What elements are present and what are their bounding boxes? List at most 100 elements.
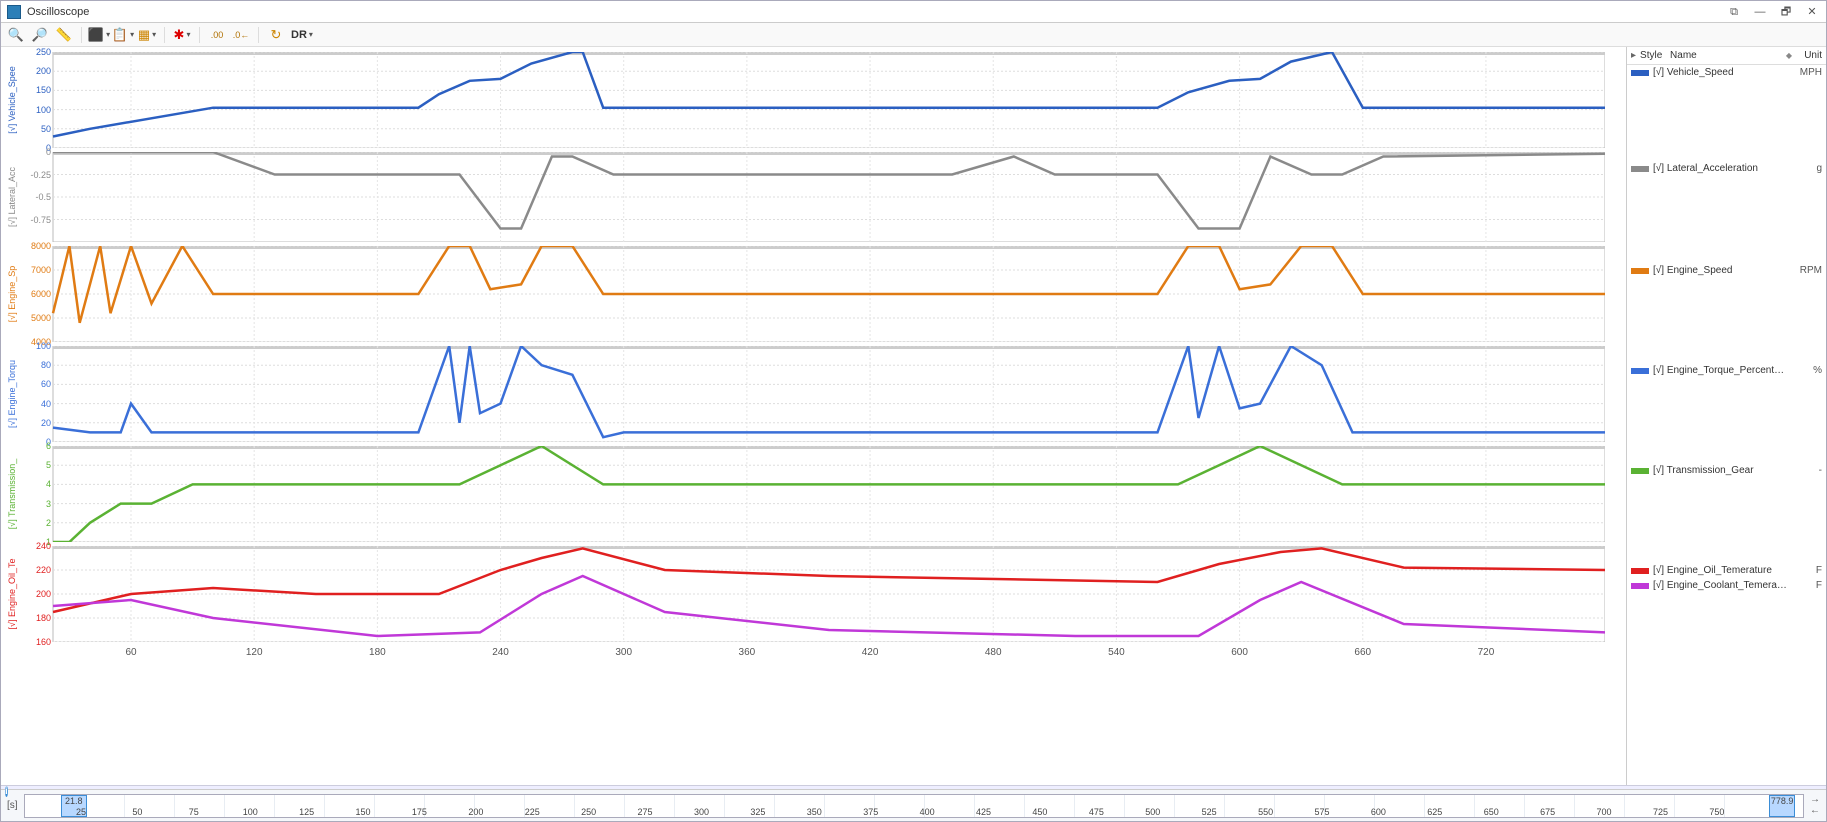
decimal-less-icon[interactable]: .00: [208, 26, 226, 44]
refresh-icon[interactable]: ↻: [267, 26, 285, 44]
measure-icon[interactable]: 📏: [55, 26, 73, 44]
toolbar-sep: [258, 27, 259, 43]
ruler-tick: 650: [1484, 807, 1499, 817]
legend-unit: F: [1792, 565, 1822, 576]
arrow-left-icon[interactable]: ←: [1810, 806, 1820, 816]
toolbar-sep: [81, 27, 82, 43]
ruler-tick: 575: [1314, 807, 1329, 817]
x-tick: 600: [1231, 647, 1248, 658]
legend-label: [√] Lateral_Acceleration: [1653, 163, 1788, 174]
chart-area: [√] Vehicle_Spee050100150200250[√] Later…: [1, 47, 1626, 785]
copy-dropdown[interactable]: 📋▾: [114, 26, 132, 44]
dr-dropdown[interactable]: DR▾: [291, 29, 313, 41]
legend-swatch: [1631, 166, 1649, 172]
x-tick: 300: [615, 647, 632, 658]
plot-svg: [5, 446, 1605, 542]
x-tick: 540: [1108, 647, 1125, 658]
x-tick: 120: [246, 647, 263, 658]
body: [√] Vehicle_Spee050100150200250[√] Later…: [1, 47, 1826, 785]
ruler-unit-label: [s]: [7, 800, 18, 811]
chart-pane-3[interactable]: [√] Engine_Torqu020406080100: [5, 346, 1622, 442]
decimal-more-icon[interactable]: .0←: [232, 26, 250, 44]
ruler-tick: 75: [189, 807, 199, 817]
legend-row[interactable]: [√] Lateral_Acceleration g: [1627, 161, 1826, 176]
ruler-tick: 325: [750, 807, 765, 817]
ruler-tick: 375: [863, 807, 878, 817]
time-ruler[interactable]: 21.8778.92550751001251501752002252502753…: [24, 794, 1804, 818]
x-axis: 60120180240300360420480540600660720: [5, 645, 1622, 665]
legend-label: [√] Engine_Coolant_Temerature: [1653, 580, 1788, 591]
legend-unit: %: [1792, 365, 1822, 376]
chart-pane-5[interactable]: [√] Engine_Oil_Te160180200220240: [5, 546, 1622, 642]
legend-row[interactable]: [√] Engine_Torque_Percentage%: [1627, 363, 1826, 378]
chart-pane-2[interactable]: [√] Engine_Sp40005000600070008000: [5, 246, 1622, 342]
legend-unit: g: [1792, 163, 1822, 174]
legend-group-1: [√] Lateral_Acceleration g: [1627, 161, 1826, 263]
ruler-tick: 425: [976, 807, 991, 817]
grid-dropdown[interactable]: ▦▾: [138, 26, 156, 44]
ruler-tick: 175: [412, 807, 427, 817]
legend-row[interactable]: [√] Engine_Oil_TemeratureF: [1627, 563, 1826, 578]
ruler-tick: 675: [1540, 807, 1555, 817]
zoom-out-icon[interactable]: 🔎: [31, 26, 49, 44]
ruler-marker-right[interactable]: 778.9: [1769, 795, 1795, 817]
legend-row[interactable]: [√] Engine_Coolant_Temerature F: [1627, 578, 1826, 593]
ruler-tick: 625: [1427, 807, 1442, 817]
chart-dropdown[interactable]: ⬛▾: [90, 26, 108, 44]
x-tick: 180: [369, 647, 386, 658]
x-tick: 480: [985, 647, 1002, 658]
legend-row[interactable]: [√] Engine_SpeedRPM: [1627, 263, 1826, 278]
detach-button[interactable]: ⧉: [1726, 5, 1742, 19]
plot-svg: [5, 546, 1605, 642]
nav-arrows[interactable]: → ←: [1810, 795, 1820, 816]
y-axis-label: [√] Engine_Torqu: [7, 360, 17, 428]
y-ticks: 050100150200250: [19, 52, 53, 148]
ruler-tick: 750: [1709, 807, 1724, 817]
ruler-tick: 100: [243, 807, 258, 817]
legend-group-3: [√] Engine_Torque_Percentage%: [1627, 363, 1826, 463]
chart-pane-4[interactable]: [√] Transmission_123456: [5, 446, 1622, 542]
ruler-tick: 275: [638, 807, 653, 817]
marker-dropdown[interactable]: ✱▾: [173, 26, 191, 44]
y-ticks: 40005000600070008000: [19, 246, 53, 342]
info-icon[interactable]: i: [5, 786, 8, 797]
minimize-button[interactable]: —: [1752, 5, 1768, 19]
legend-unit: RPM: [1792, 265, 1822, 276]
ruler-tick: 400: [920, 807, 935, 817]
legend-group-5: [√] Engine_Oil_TemeratureF[√] Engine_Coo…: [1627, 563, 1826, 663]
toolbar-sep: [164, 27, 165, 43]
legend-panel: ▸ Style Name ◆ Unit [√] Vehicle_SpeedMPH…: [1626, 47, 1826, 785]
ruler-tick: 125: [299, 807, 314, 817]
legend-unit: F: [1792, 580, 1822, 591]
legend-unit: -: [1792, 465, 1822, 476]
legend-col-unit[interactable]: Unit: [1792, 50, 1822, 61]
legend-col-style[interactable]: Style: [1640, 50, 1670, 61]
legend-swatch: [1631, 583, 1649, 589]
legend-row[interactable]: [√] Transmission_Gear-: [1627, 463, 1826, 478]
y-axis-label: [√] Engine_Sp: [7, 266, 17, 322]
arrow-right-icon[interactable]: →: [1810, 795, 1820, 805]
ruler-tick: 250: [581, 807, 596, 817]
close-button[interactable]: ✕: [1804, 5, 1820, 19]
plot-svg: [5, 52, 1605, 148]
zoom-in-icon[interactable]: 🔍: [7, 26, 25, 44]
legend-label: [√] Engine_Torque_Percentage: [1653, 365, 1788, 376]
chart-pane-1[interactable]: [√] Lateral_Acc-0.75-0.5-0.250: [5, 152, 1622, 242]
legend-row[interactable]: [√] Vehicle_SpeedMPH: [1627, 65, 1826, 80]
ruler-tick: 475: [1089, 807, 1104, 817]
window-title: Oscilloscope: [27, 6, 1716, 18]
y-axis-label: [√] Engine_Oil_Te: [7, 559, 17, 630]
x-tick: 60: [125, 647, 136, 658]
plot-svg: [5, 346, 1605, 442]
chart-pane-0[interactable]: [√] Vehicle_Spee050100150200250: [5, 52, 1622, 148]
ruler-tick: 225: [525, 807, 540, 817]
legend-swatch: [1631, 368, 1649, 374]
legend-group-0: [√] Vehicle_SpeedMPH: [1627, 65, 1826, 161]
ruler-tick: 350: [807, 807, 822, 817]
legend-col-name[interactable]: Name: [1670, 50, 1786, 61]
ruler-tick: 200: [468, 807, 483, 817]
legend-label: [√] Transmission_Gear: [1653, 465, 1788, 476]
toolbar-sep: [199, 27, 200, 43]
oscilloscope-window: Oscilloscope ⧉ — 🗗 ✕ 🔍 🔎 📏 ⬛▾ 📋▾ ▦▾ ✱▾ .…: [0, 0, 1827, 822]
maximize-button[interactable]: 🗗: [1778, 5, 1794, 19]
